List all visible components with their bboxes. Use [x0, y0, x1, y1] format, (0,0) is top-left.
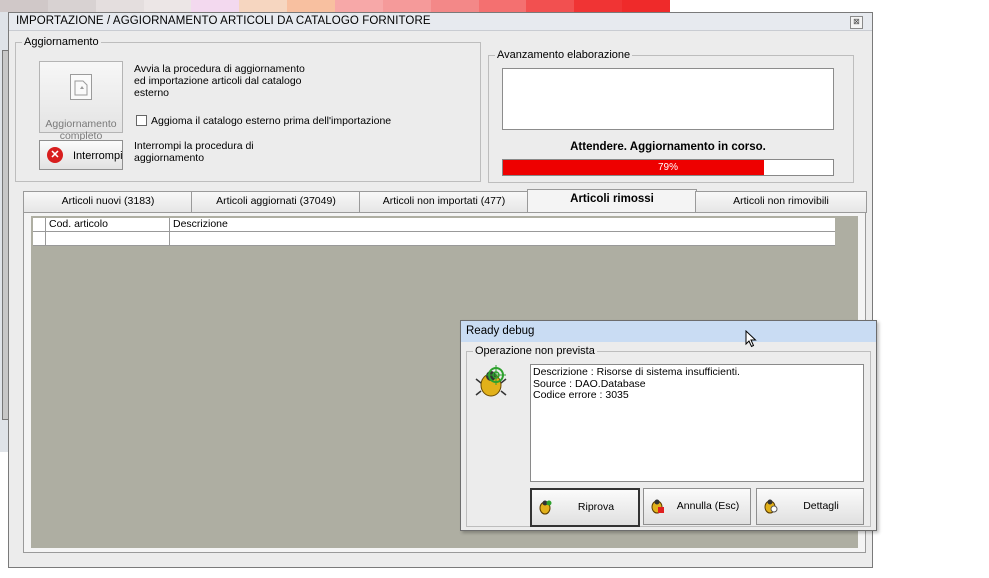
interrompi-button-label: Interrompi — [73, 150, 123, 162]
tab-articoli-rimossi[interactable]: Articoli rimossi — [527, 189, 697, 213]
stop-description: Interrompi la procedura di aggiornamento — [134, 140, 254, 164]
document-sync-icon — [70, 74, 92, 100]
update-complete-button[interactable]: Aggiornamento completo — [39, 61, 123, 142]
error-details-text: Descrizione : Risorse di sistema insuffi… — [530, 364, 864, 482]
tab-label: Articoli non importati (477) — [382, 195, 506, 207]
stop-icon: ✕ — [47, 147, 63, 163]
tab-label: Articoli non rimovibili — [733, 195, 829, 207]
tab-label: Articoli aggiornati (37049) — [216, 195, 336, 207]
bug-cancel-icon — [651, 499, 664, 514]
riprova-label: Riprova — [577, 501, 615, 513]
update-catalog-checkbox-label[interactable]: Aggioma il catalogo esterno prima dell'i… — [151, 115, 391, 127]
dettagli-button[interactable]: Dettagli — [756, 488, 864, 525]
background-color-strip — [0, 0, 671, 12]
avanzamento-legend: Avanzamento elaborazione — [495, 49, 633, 61]
tab-articoli-non-rimovibili[interactable]: Articoli non rimovibili — [695, 191, 867, 213]
cell-cod-articolo[interactable] — [46, 232, 170, 245]
annulla-button[interactable]: Annulla (Esc) — [643, 488, 751, 525]
operazione-legend: Operazione non prevista — [473, 345, 597, 357]
progress-log-box — [502, 68, 834, 130]
table-row[interactable] — [33, 232, 835, 246]
column-header-cod-articolo[interactable]: Cod. articolo — [46, 218, 170, 231]
close-icon[interactable]: ⊠ — [850, 16, 863, 29]
mouse-cursor-icon — [745, 329, 757, 348]
bug-target-icon — [475, 365, 509, 399]
grid-header: Cod. articolo Descrizione — [33, 218, 835, 232]
progress-bar: 79% — [502, 159, 834, 176]
tab-articoli-aggiornati[interactable]: Articoli aggiornati (37049) — [191, 191, 361, 213]
tab-label: Articoli nuovi (3183) — [61, 195, 155, 207]
dettagli-label: Dettagli — [803, 500, 839, 512]
window-title: IMPORTAZIONE / AGGIORNAMENTO ARTICOLI DA… — [16, 15, 431, 27]
tab-articoli-nuovi[interactable]: Articoli nuovi (3183) — [23, 191, 193, 213]
results-tabs: Articoli nuovi (3183) Articoli aggiornat… — [23, 189, 867, 213]
interrompi-button[interactable]: ✕ Interrompi — [39, 140, 123, 170]
ready-debug-dialog: Ready debug Operazione non prevista Desc… — [460, 320, 877, 531]
stop-desc-line-2: aggiornamento — [134, 152, 205, 164]
dialog-title: Ready debug — [466, 325, 535, 337]
bug-icon — [539, 500, 552, 515]
cell-descrizione[interactable] — [170, 232, 835, 245]
error-description: Descrizione : Risorse di sistema insuffi… — [533, 366, 740, 378]
annulla-label: Annulla (Esc) — [676, 500, 740, 512]
dialog-titlebar[interactable]: Ready debug — [461, 321, 876, 342]
column-header-descrizione[interactable]: Descrizione — [170, 218, 835, 231]
riprova-button[interactable]: Riprova — [530, 488, 640, 527]
tab-articoli-non-importati[interactable]: Articoli non importati (477) — [359, 191, 529, 213]
tab-label: Articoli rimossi — [570, 193, 654, 205]
error-code: Codice errore : 3035 — [533, 389, 629, 401]
update-desc-line-2: ed importazione articoli dal catalogo — [134, 75, 302, 87]
window-titlebar: IMPORTAZIONE / AGGIORNAMENTO ARTICOLI DA… — [9, 13, 872, 31]
update-button-label-1: Aggiornamento — [45, 118, 117, 130]
progress-status-text: Attendere. Aggiornamento in corso. — [570, 141, 766, 153]
update-desc-line-1: Avvia la procedura di aggiornamento — [134, 63, 305, 75]
update-desc-line-3: esterno — [134, 87, 170, 99]
update-description: Avvia la procedura di aggiornamento ed i… — [134, 63, 305, 99]
row-selector-header — [33, 218, 46, 231]
bug-details-icon — [764, 499, 778, 514]
update-catalog-checkbox[interactable] — [136, 115, 147, 126]
progress-percent: 79% — [657, 162, 678, 173]
stop-desc-line-1: Interrompi la procedura di — [134, 140, 254, 152]
aggiornamento-legend: Aggiornamento — [22, 36, 101, 48]
row-selector[interactable] — [33, 232, 46, 245]
